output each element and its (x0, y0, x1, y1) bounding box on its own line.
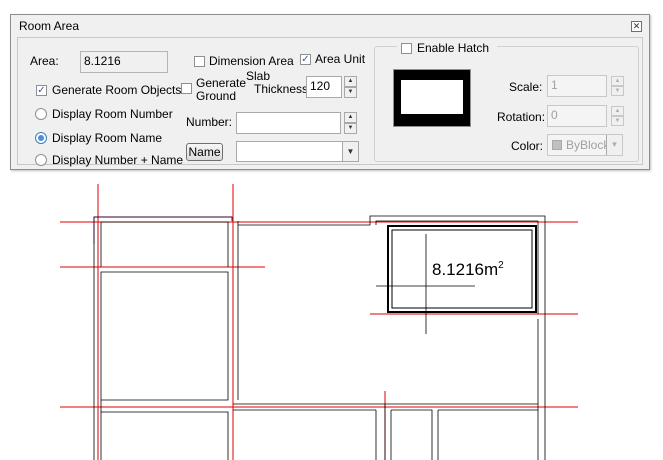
room-area-dialog: Room Area ✕ Area: 8.1216 ✓ Generate Room… (10, 14, 650, 170)
dialog-title: Room Area (19, 19, 80, 33)
cad-drawing-canvas[interactable]: 8.1216m2 (0, 176, 663, 460)
generate-ground-checkbox[interactable] (181, 83, 192, 94)
generate-ground-label-line2: Ground (196, 89, 237, 103)
color-swatch (552, 140, 562, 150)
number-input[interactable] (236, 112, 341, 134)
display-room-number-radio[interactable] (35, 108, 47, 120)
generate-room-objects-checkbox[interactable]: ✓ (36, 85, 47, 96)
scale-input[interactable]: 1 (547, 75, 607, 97)
dimension-area-checkbox[interactable] (194, 56, 205, 67)
rotation-down-button[interactable]: ▼ (611, 116, 624, 126)
name-button[interactable]: Name (186, 143, 223, 161)
area-unit-checkbox[interactable]: ✓ (300, 54, 311, 65)
generate-room-objects-label: Generate Room Objects (52, 83, 182, 97)
highlight-outline (93, 216, 232, 244)
number-down-button[interactable]: ▼ (344, 123, 357, 134)
scale-label: Scale: (509, 80, 543, 94)
dimension-area-label: Dimension Area (209, 54, 294, 68)
hatch-preview (393, 69, 471, 127)
rotation-up-button[interactable]: ▲ (611, 106, 624, 116)
walls (93, 215, 546, 460)
display-room-number-label: Display Room Number (52, 107, 173, 121)
number-up-button[interactable]: ▲ (344, 112, 357, 123)
close-icon[interactable]: ✕ (631, 21, 642, 32)
display-number-name-label: Display Number + Name (52, 153, 184, 167)
area-label: Area: (30, 54, 59, 68)
display-number-name-radio[interactable] (35, 154, 47, 166)
crosshair-cursor (376, 234, 475, 334)
room-area-value: 8.1216m (432, 260, 498, 279)
color-combobox[interactable]: ByBlock ▼ (547, 134, 623, 156)
scale-up-button[interactable]: ▲ (611, 76, 624, 86)
slab-thickness-down-button[interactable]: ▼ (344, 87, 357, 98)
area-field[interactable]: 8.1216 (80, 51, 168, 73)
rotation-input[interactable]: 0 (547, 105, 607, 127)
scale-down-button[interactable]: ▼ (611, 86, 624, 96)
room-area-label[interactable]: 8.1216m2 (432, 260, 504, 279)
hatch-group: Enable Hatch Scale: 1 ▲ ▼ Rotation: 0 ▲ … (374, 41, 639, 162)
slab-thickness-input[interactable]: 120 (306, 76, 342, 98)
display-room-name-radio[interactable] (35, 132, 47, 144)
display-room-name-label: Display Room Name (52, 131, 163, 145)
rotation-label: Rotation: (497, 110, 546, 124)
color-label: Color: (511, 139, 544, 153)
color-value: ByBlock (566, 138, 610, 152)
chevron-down-icon[interactable]: ▼ (606, 135, 622, 155)
hatch-group-header: Enable Hatch (397, 41, 497, 55)
room-area-unit-superscript: 2 (498, 260, 504, 271)
number-label: Number: (186, 115, 233, 129)
enable-hatch-label: Enable Hatch (417, 41, 490, 55)
hatch-preview-area (401, 80, 463, 114)
area-unit-label: Area Unit (315, 52, 366, 66)
dialog-content: Area: 8.1216 ✓ Generate Room Objects Dis… (17, 37, 643, 167)
name-combobox[interactable]: ▼ (236, 141, 359, 162)
slab-thickness-up-button[interactable]: ▲ (344, 76, 357, 87)
slab-label-line2: Thickness: (254, 82, 312, 96)
title-bar[interactable]: Room Area ✕ (11, 15, 649, 37)
enable-hatch-checkbox[interactable] (401, 43, 412, 54)
chevron-down-icon[interactable]: ▼ (342, 142, 358, 161)
